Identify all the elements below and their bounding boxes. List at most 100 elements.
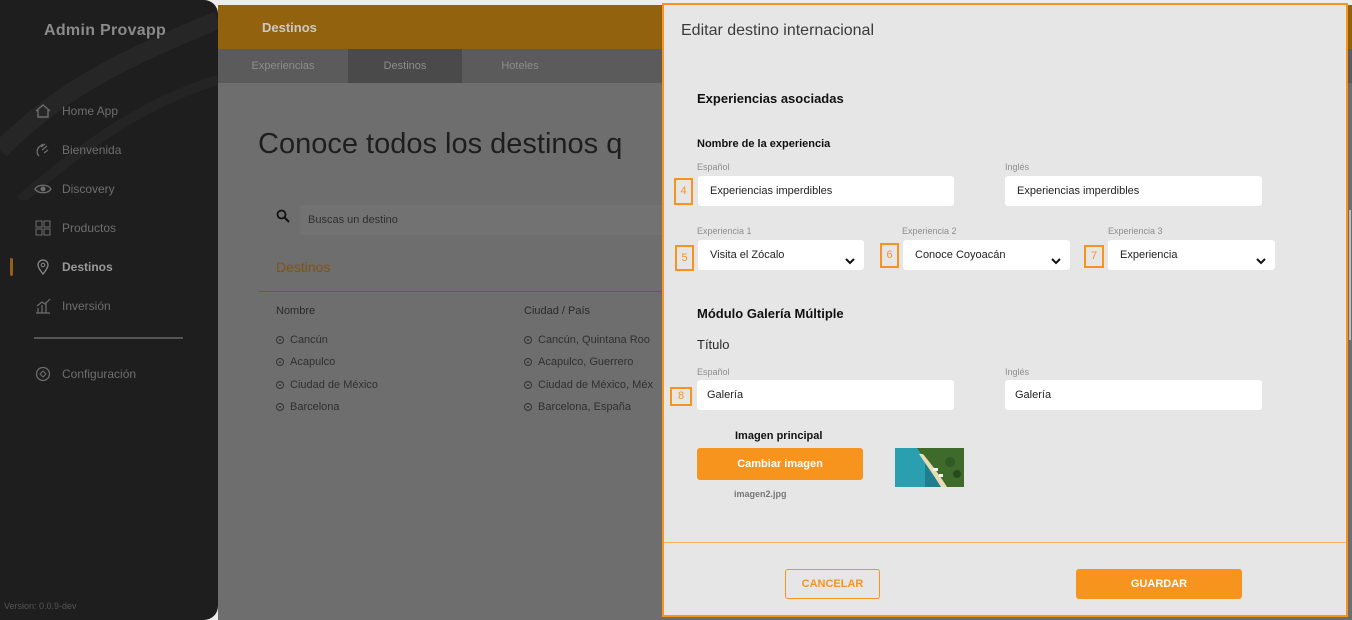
column-header-nombre: Nombre (276, 305, 316, 317)
column-header-ciudad: Ciudad / País (524, 305, 591, 317)
save-button[interactable]: GUARDAR (1076, 569, 1242, 599)
radio-icon (524, 381, 532, 389)
chevron-down-icon (1255, 249, 1267, 279)
tab-destinos[interactable]: Destinos (348, 49, 462, 83)
grid-icon (34, 219, 52, 237)
sidebar-divider (34, 337, 183, 339)
settings-icon (34, 365, 52, 383)
sidebar-item-label: Configuración (62, 367, 137, 381)
radio-icon (524, 336, 532, 344)
annotation-badge-6: 6 (880, 243, 899, 268)
spanish-label: Español (697, 367, 730, 377)
edit-destination-modal: Editar destino internacional Experiencia… (662, 3, 1348, 617)
sidebar-item-home-app[interactable]: Home App (34, 100, 118, 122)
list-item: Cancún, Quintana Roo (524, 334, 650, 346)
sidebar: Admin Provapp Home App Bienvenida Discov… (0, 0, 218, 620)
search-input[interactable]: Buscas un destino (300, 205, 680, 235)
experience-name-label: Nombre de la experiencia (697, 138, 831, 150)
modal-title: Editar destino internacional (681, 22, 875, 39)
destination-city: Ciudad de México, Méx (538, 379, 653, 391)
cancel-button[interactable]: CANCELAR (785, 569, 880, 599)
experience-3-label: Experiencia 3 (1108, 226, 1163, 236)
sidebar-item-bienvenida[interactable]: Bienvenida (34, 139, 121, 161)
destination-city: Acapulco, Guerrero (538, 356, 634, 368)
image-filename: imagen2.jpg (734, 489, 787, 499)
search-icon (276, 209, 290, 228)
destination-city: Cancún, Quintana Roo (538, 334, 650, 346)
sidebar-item-label: Productos (62, 221, 117, 235)
destination-name: Barcelona (290, 401, 340, 413)
modal-scrollbar[interactable] (1349, 210, 1351, 340)
experience-name-en-input[interactable]: Experiencias imperdibles (1005, 176, 1262, 206)
sidebar-item-label: Destinos (62, 260, 113, 274)
spanish-label: Español (697, 162, 730, 172)
page-headline: Conoce todos los destinos q (258, 128, 623, 160)
sidebar-item-configuracion[interactable]: Configuración (34, 363, 136, 385)
sidebar-item-inversion[interactable]: Inversión (34, 295, 111, 317)
gallery-title-label: Título (697, 337, 730, 352)
tab-experiencias[interactable]: Experiencias (218, 49, 348, 83)
radio-icon (524, 358, 532, 366)
eye-icon (34, 180, 52, 198)
annotation-badge-7: 7 (1084, 245, 1104, 268)
active-indicator (10, 258, 13, 276)
sidebar-item-destinos[interactable]: Destinos (34, 256, 113, 278)
experience-2-label: Experiencia 2 (902, 226, 957, 236)
image-thumbnail (895, 448, 964, 487)
list-item[interactable]: Acapulco (276, 356, 335, 368)
page-section-title: Destinos (262, 20, 317, 35)
select-value: Visita el Zócalo (710, 249, 785, 261)
sidebar-item-label: Inversión (62, 299, 111, 313)
sidebar-item-label: Home App (62, 104, 119, 118)
sidebar-item-productos[interactable]: Productos (34, 217, 116, 239)
experience-1-select[interactable]: Visita el Zócalo (698, 240, 864, 270)
list-item[interactable]: Barcelona (276, 401, 340, 413)
footer-divider (664, 542, 1346, 543)
section-divider (258, 291, 668, 292)
experience-3-select[interactable]: Experiencia (1108, 240, 1275, 270)
waving-hand-icon (34, 141, 52, 159)
annotation-badge-4: 4 (674, 178, 693, 205)
english-label: Inglés (1005, 162, 1030, 172)
search-box: Buscas un destino (258, 201, 680, 237)
tab-hoteles[interactable]: Hoteles (462, 49, 578, 83)
list-item: Ciudad de México, Méx (524, 379, 653, 391)
bar-chart-icon (34, 297, 52, 315)
version-text: Version: 0.0.9-dev (4, 601, 77, 611)
list-item[interactable]: Cancún (276, 334, 328, 346)
home-icon (34, 102, 52, 120)
radio-icon (524, 403, 532, 411)
select-value: Conoce Coyoacán (915, 249, 1006, 261)
main-image-label: Imagen principal (735, 430, 823, 442)
chevron-down-icon (844, 249, 856, 279)
list-item: Barcelona, España (524, 401, 631, 413)
destinations-section-title: Destinos (276, 259, 331, 275)
gallery-title-es-input[interactable]: Galería (697, 380, 954, 410)
annotation-badge-8: 8 (670, 387, 692, 406)
list-item[interactable]: Ciudad de México (276, 379, 378, 391)
destination-city: Barcelona, España (538, 401, 631, 413)
radio-icon (276, 381, 284, 389)
gallery-title-en-input[interactable]: Galería (1005, 380, 1262, 410)
experience-2-select[interactable]: Conoce Coyoacán (903, 240, 1070, 270)
radio-icon (276, 403, 284, 411)
experience-name-es-input[interactable]: Experiencias imperdibles (698, 176, 954, 206)
sidebar-item-discovery[interactable]: Discovery (34, 178, 115, 200)
radio-icon (276, 358, 284, 366)
destination-name: Acapulco (290, 356, 336, 368)
radio-icon (276, 336, 284, 344)
brand-title: Admin Provapp (44, 22, 167, 39)
sidebar-item-label: Discovery (62, 182, 115, 196)
experiences-heading: Experiencias asociadas (697, 91, 844, 106)
select-value: Experiencia (1120, 249, 1178, 261)
english-label: Inglés (1005, 367, 1030, 377)
list-item: Acapulco, Guerrero (524, 356, 633, 368)
experience-1-label: Experiencia 1 (697, 226, 752, 236)
destination-name: Ciudad de México (290, 379, 379, 391)
change-image-button[interactable]: Cambiar imagen (697, 448, 863, 480)
chevron-down-icon (1050, 249, 1062, 279)
destination-name: Cancún (290, 334, 328, 346)
map-pin-icon (34, 258, 52, 276)
gallery-heading: Módulo Galería Múltiple (697, 306, 844, 321)
sidebar-item-label: Bienvenida (62, 143, 122, 157)
